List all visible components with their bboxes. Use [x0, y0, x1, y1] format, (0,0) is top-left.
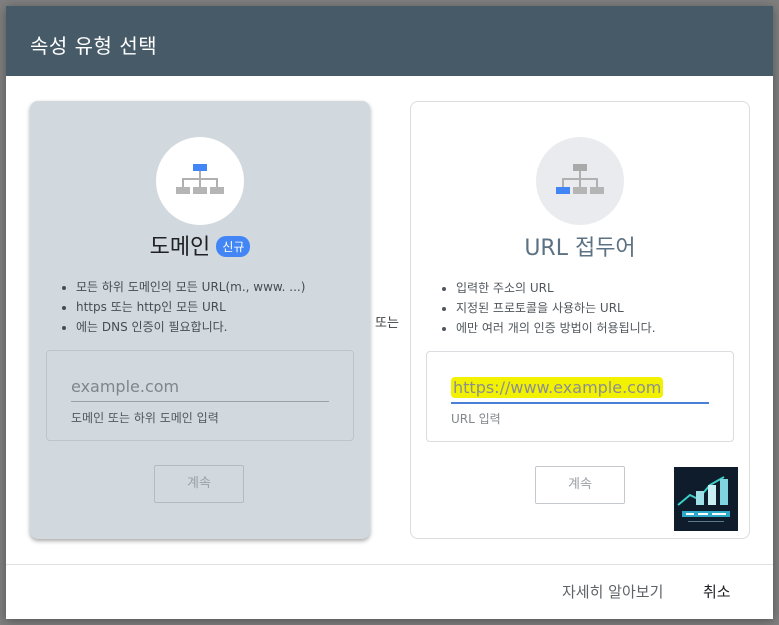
new-badge: 신규: [216, 236, 251, 257]
footer-divider: [6, 564, 773, 565]
url-input-placeholder: https://www.example.com: [451, 377, 664, 398]
url-input[interactable]: https://www.example.com: [451, 377, 709, 404]
url-feature-list: 입력한 주소의 URL 지정된 프로토콜을 사용하는 URL 에만 여러 개의 …: [438, 278, 656, 338]
url-continue-button[interactable]: 계속: [535, 466, 625, 504]
property-type-dialog: 속성 유형 선택 도메인신규 모든 하위 도메인의 모든 URL(m., www…: [6, 6, 773, 619]
sitemap-icon: [176, 164, 224, 194]
domain-card-title: 도메인 신규: [30, 229, 370, 261]
cancel-button[interactable]: 취소: [703, 581, 731, 602]
domain-title-text: 도메인: [149, 235, 211, 260]
or-separator: 또는: [375, 316, 399, 331]
dialog-title: 속성 유형 선택: [30, 34, 158, 58]
watermark-logo: [674, 467, 738, 531]
domain-input-hint: 도메인 또는 하위 도메인 입력: [71, 411, 219, 425]
domain-property-card[interactable]: 도메인신규 모든 하위 도메인의 모든 URL(m., www. ...) ht…: [30, 101, 370, 539]
list-item: 모든 하위 도메인의 모든 URL(m., www. ...): [76, 277, 305, 297]
watermark-graphic: [677, 476, 730, 522]
url-input-hint: URL 입력: [451, 412, 501, 426]
list-item: 에는 DNS 인증이 필요합니다.: [76, 317, 305, 337]
learn-more-link[interactable]: 자세히 알아보기: [562, 581, 663, 602]
list-item: https 또는 http인 모든 URL: [76, 297, 305, 317]
domain-input[interactable]: example.com: [71, 377, 329, 402]
list-item: 입력한 주소의 URL: [456, 278, 656, 298]
domain-feature-list: 모든 하위 도메인의 모든 URL(m., www. ...) https 또는…: [58, 277, 305, 337]
url-input-box: https://www.example.com URL 입력: [426, 351, 734, 442]
domain-input-box: example.com 도메인 또는 하위 도메인 입력: [46, 350, 354, 441]
domain-icon-circle: [156, 137, 244, 225]
list-item: 지정된 프로토콜을 사용하는 URL: [456, 298, 656, 318]
list-item: 에만 여러 개의 인증 방법이 허용됩니다.: [456, 318, 656, 338]
dialog-header: 속성 유형 선택: [6, 6, 773, 76]
domain-continue-button[interactable]: 계속: [154, 465, 244, 503]
url-card-title: URL 접두어: [524, 236, 636, 261]
sitemap-icon: [556, 164, 604, 194]
url-icon-circle: [536, 137, 624, 225]
